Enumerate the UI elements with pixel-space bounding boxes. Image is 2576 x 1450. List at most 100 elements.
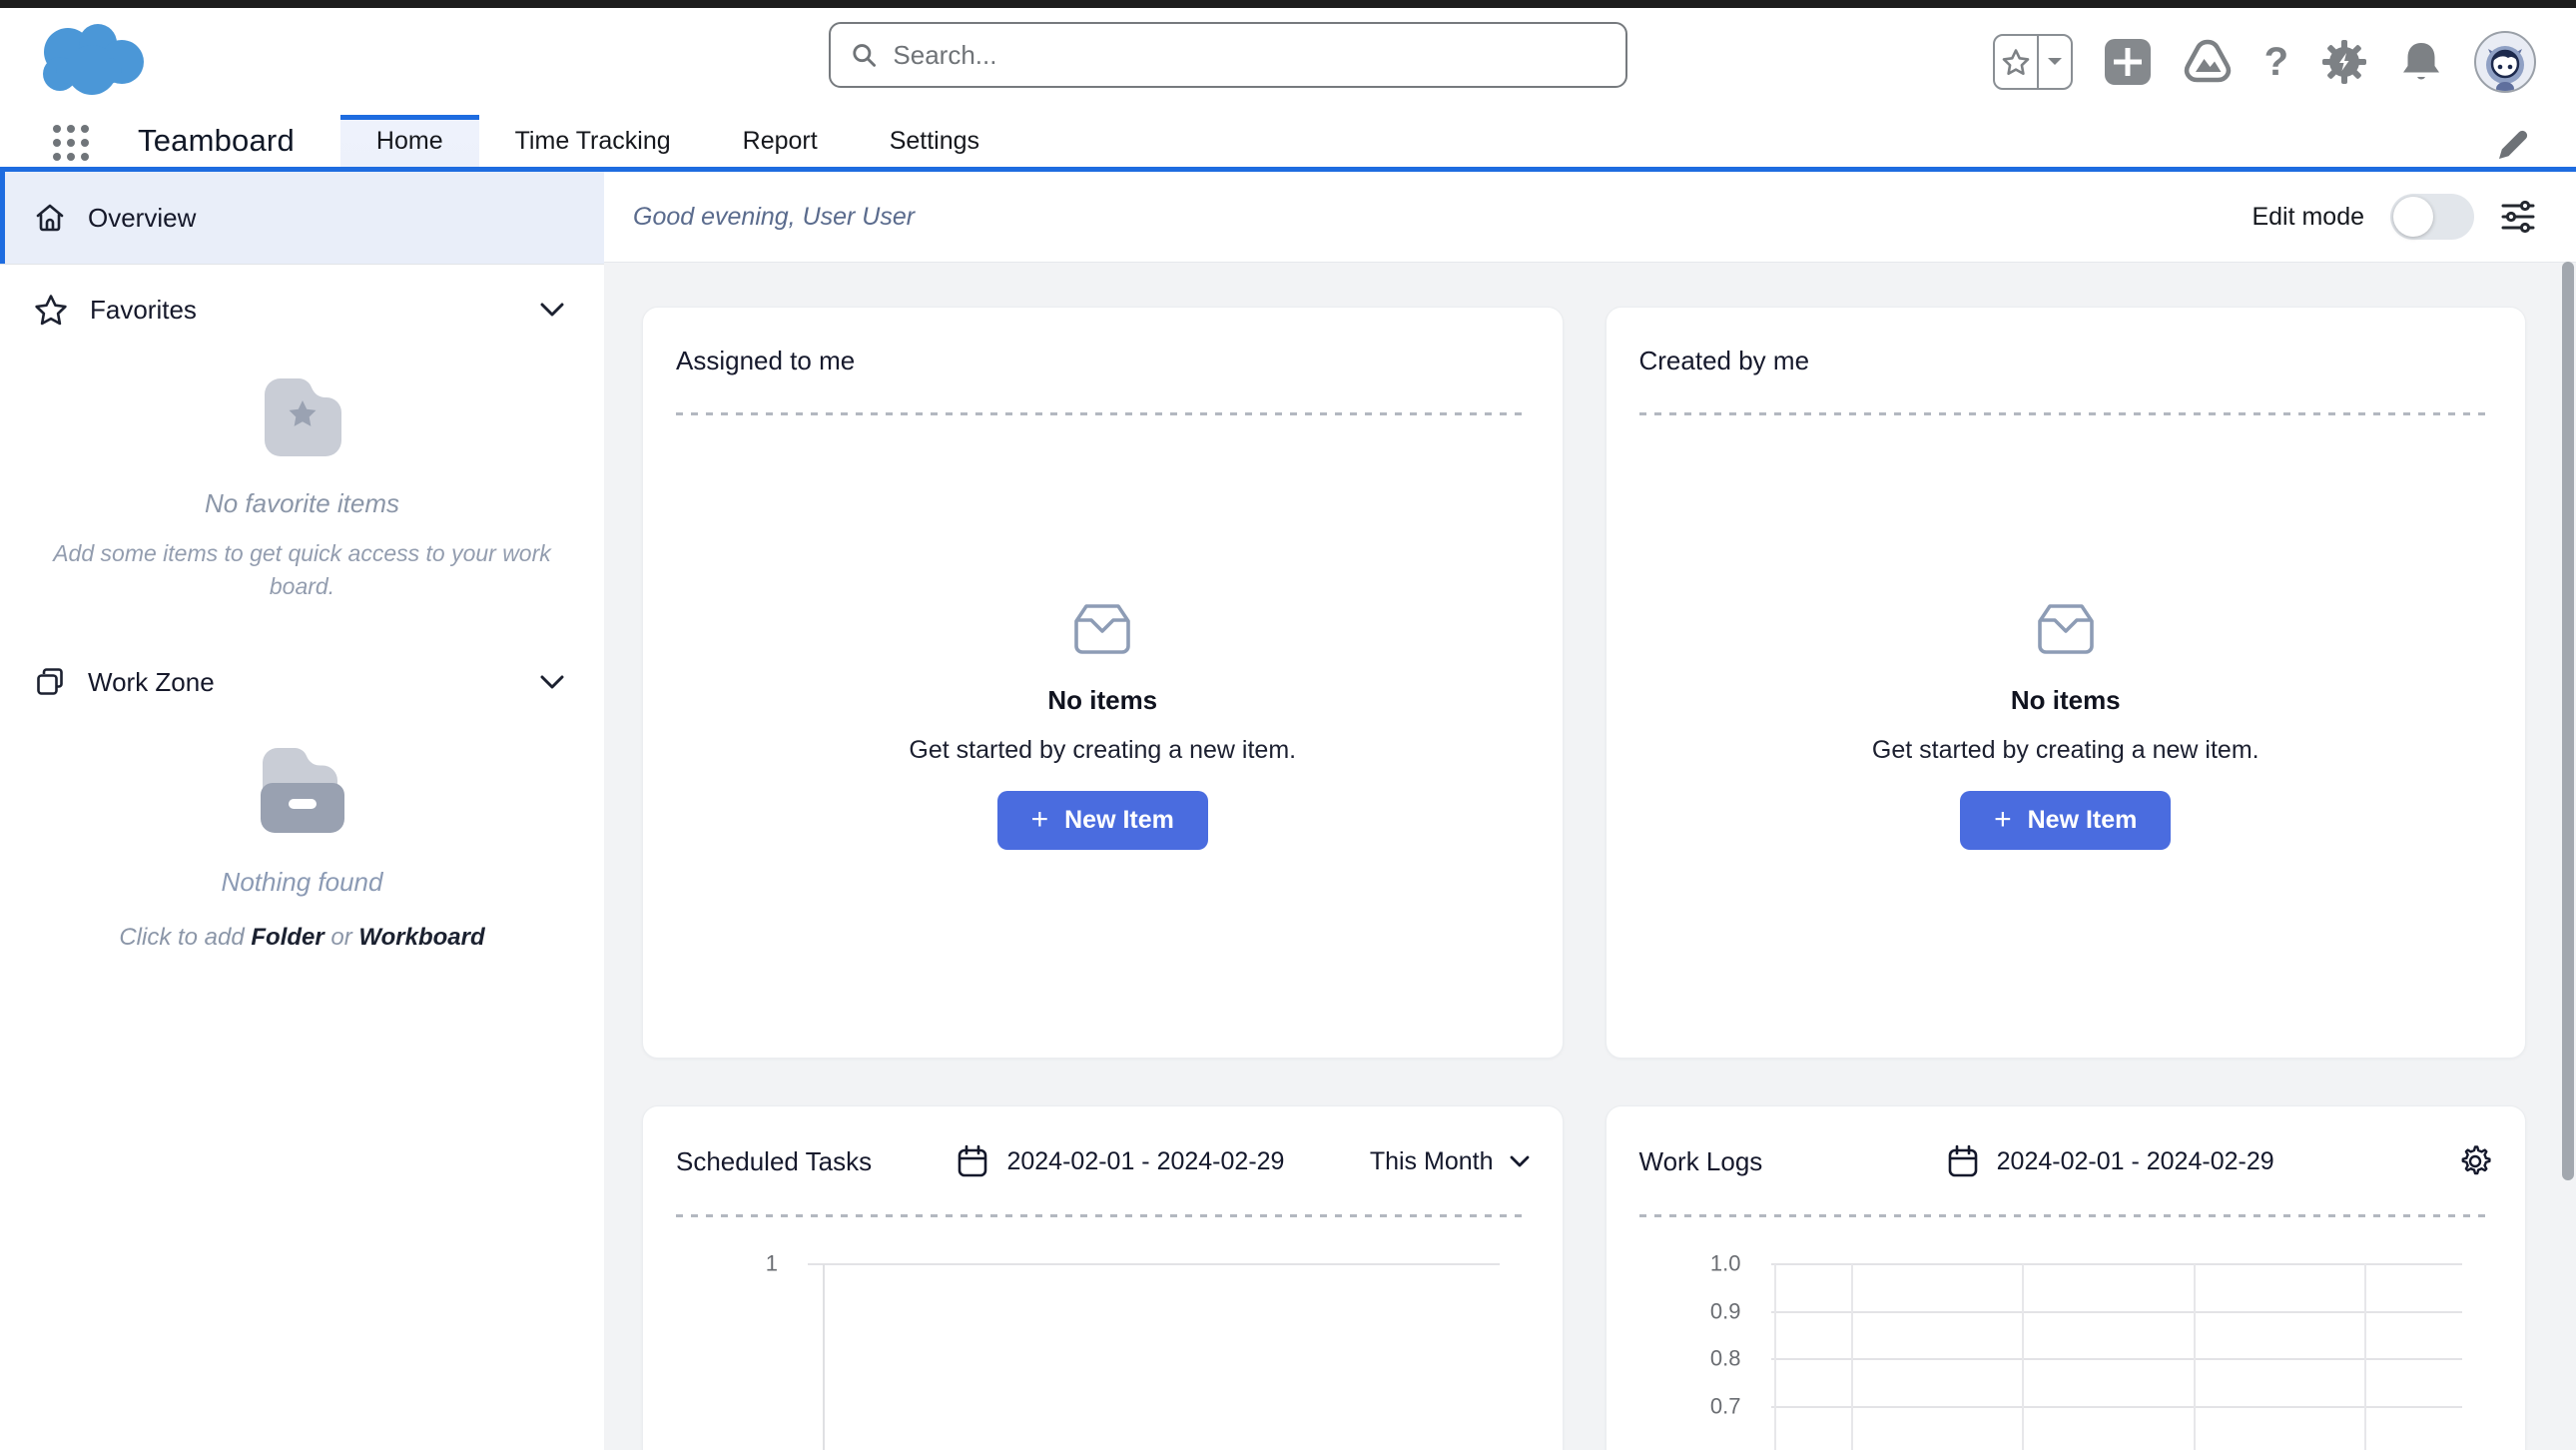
dashboard-filter-icon[interactable] [2500,199,2536,235]
page-scrollbar-thumb[interactable] [2562,262,2574,1180]
edit-nav-pencil-icon[interactable] [2493,125,2533,165]
y-tick-label: 0.8 [1639,1345,1741,1371]
grid-vline [2022,1264,2024,1450]
card-created-by-me: Created by me No items Get started by cr… [1606,307,2527,1059]
grid-hline [1771,1311,2463,1313]
card-title: Work Logs [1639,1146,1763,1177]
empty-title: No items [2011,685,2121,716]
card-title: Created by me [1639,346,1810,376]
card-settings-gear-icon[interactable] [2458,1144,2492,1178]
work-logs-chart: 1.00.90.80.7 [1639,1264,2493,1450]
chevron-down-icon[interactable] [540,675,564,689]
work-zone-add-line: Click to add Folder or Workboard [0,924,604,952]
quick-create-icon[interactable] [2105,39,2151,85]
search-icon [851,41,877,69]
sidebar-item-overview[interactable]: Overview [0,172,604,264]
app-navigation-bar: Teamboard HomeTime TrackingReportSetting… [0,115,2576,172]
toggle-knob [2393,197,2433,237]
add-folder-link[interactable]: Folder [251,924,323,951]
add-line-or: or [330,924,351,951]
date-range: 2024-02-01 - 2024-02-29 [1006,1147,1284,1176]
tab-settings[interactable]: Settings [854,115,1015,167]
favorites-label: Favorites [90,295,197,326]
grid-vline [1774,1264,1776,1450]
favorites-empty-caption: Add some items to get quick access to yo… [38,537,567,603]
nav-tabs: HomeTime TrackingReportSettings [340,115,1015,167]
scheduled-tasks-chart: 1 [676,1264,1530,1450]
add-workboard-link[interactable]: Workboard [358,924,484,951]
work-zone-empty-state: Nothing found Click to add Folder or Wor… [0,741,604,952]
main-area: Good evening, User User Edit mode [604,172,2576,1450]
chevron-down-icon [1510,1155,1530,1167]
calendar-icon [1947,1144,1979,1178]
chevron-down-icon[interactable] [540,303,564,317]
card-assigned-to-me: Assigned to me No items Get started by c… [642,307,1564,1059]
work-zone-empty-title: Nothing found [0,867,604,898]
card-title: Scheduled Tasks [676,1146,872,1177]
grid-hline [1771,1263,2463,1265]
grid-vline [2194,1264,2196,1450]
star-icon [34,294,68,326]
app-launcher-icon[interactable] [53,125,91,163]
dashed-separator [676,412,1530,415]
work-zone-label: Work Zone [88,667,215,698]
global-search [829,22,1627,88]
favorites-empty-state: No favorite items Add some items to get … [0,370,604,603]
greeting-text: Good evening, User User [633,203,915,232]
y-tick-label: 1.0 [1639,1250,1741,1276]
sidebar-divider [0,264,604,265]
favorites-empty-title: No favorite items [0,488,604,519]
guidance-center-icon[interactable] [2183,39,2233,85]
global-header: ? [0,8,2576,115]
salesforce-cloud-logo [30,18,152,102]
empty-text: Get started by creating a new item. [1872,736,2259,765]
period-dropdown[interactable]: This Month [1370,1147,1530,1176]
search-input[interactable] [893,40,1606,71]
sidebar-section-work-zone[interactable]: Work Zone [0,647,604,717]
dashed-separator [1639,1214,2493,1217]
calendar-icon [957,1144,988,1178]
empty-inbox-icon [2033,601,2099,657]
grid-hline [1771,1358,2463,1360]
plus-icon: + [1994,805,2012,835]
favorites-folder-illustration [256,370,349,458]
greeting-bar: Good evening, User User Edit mode [604,172,2576,263]
work-zone-folder-illustration [253,741,352,837]
add-line-prefix: Click to add [119,924,244,951]
dashed-separator [1639,412,2493,415]
empty-text: Get started by creating a new item. [909,736,1296,765]
help-icon[interactable]: ? [2264,42,2288,82]
setup-gear-icon[interactable] [2320,38,2368,86]
sidebar-section-favorites[interactable]: Favorites [0,275,604,345]
favorites-split-button[interactable] [1993,34,2073,90]
grid-hline [808,1263,1500,1265]
favorite-star-icon[interactable] [1995,36,2040,88]
grid-vline [1851,1264,1853,1450]
new-item-button[interactable]: + New Item [997,791,1208,850]
card-title: Assigned to me [676,346,855,376]
empty-inbox-icon [1069,601,1135,657]
tab-report[interactable]: Report [707,115,854,167]
card-work-logs: Work Logs 2024-02-01 - 2024-02-29 [1606,1105,2527,1450]
favorites-dropdown-icon[interactable] [2039,36,2070,88]
date-range: 2024-02-01 - 2024-02-29 [1997,1147,2274,1176]
user-avatar[interactable] [2474,31,2536,93]
grid-vline [2364,1264,2366,1450]
y-tick-label: 0.7 [1639,1393,1741,1419]
home-icon [34,202,66,234]
grid-hline [1771,1406,2463,1408]
plus-icon: + [1031,805,1049,835]
new-item-button[interactable]: + New Item [1960,791,2171,850]
y-tick-label: 0.9 [1639,1298,1741,1324]
tab-home[interactable]: Home [340,115,479,167]
card-scheduled-tasks: Scheduled Tasks 2024-02-01 - 2024-02-29 [642,1105,1564,1450]
left-sidebar: Overview Favorites No favorite items Add… [0,172,604,1450]
y-tick-label: 1 [676,1250,778,1276]
tab-time-tracking[interactable]: Time Tracking [479,115,707,167]
edit-mode-label: Edit mode [2252,203,2364,232]
notifications-bell-icon[interactable] [2400,39,2442,85]
work-zone-copy-icon [34,666,66,698]
app-title: Teamboard [138,123,295,167]
edit-mode-toggle[interactable] [2390,194,2474,240]
sidebar-item-label: Overview [88,203,196,234]
